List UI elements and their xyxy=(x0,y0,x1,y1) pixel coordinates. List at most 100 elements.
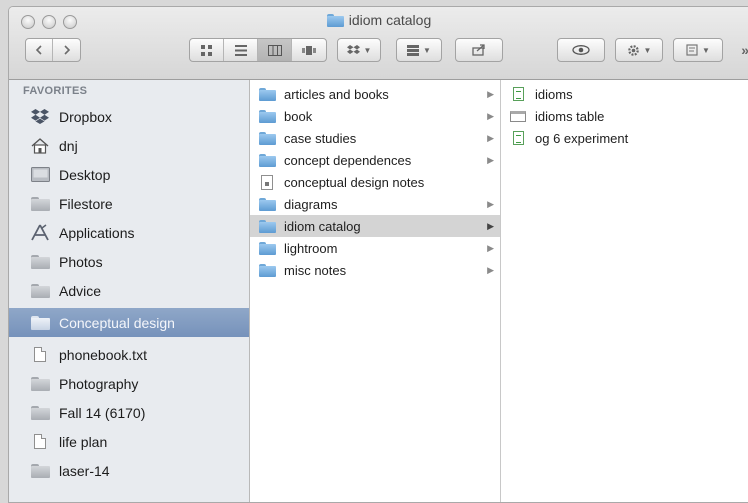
toolbar-overflow-button[interactable]: » xyxy=(741,42,748,58)
list-item[interactable]: case studies ▶ xyxy=(250,127,500,149)
sidebar-item-fall-14[interactable]: Fall 14 (6170) xyxy=(15,398,249,427)
item-label: conceptual design notes xyxy=(284,174,425,190)
list-item[interactable]: concept dependences ▶ xyxy=(250,149,500,171)
chevron-down-icon: ▼ xyxy=(423,45,431,55)
list-item[interactable]: diagrams ▶ xyxy=(250,193,500,215)
sidebar-item-label: Dropbox xyxy=(59,108,112,125)
list-item[interactable]: articles and books ▶ xyxy=(250,83,500,105)
disclosure-arrow-icon: ▶ xyxy=(487,220,494,231)
chevron-down-icon: ▼ xyxy=(363,45,372,55)
folder-icon xyxy=(258,87,276,101)
disclosure-arrow-icon: ▶ xyxy=(487,264,494,275)
sidebar-item-label: Photos xyxy=(59,253,103,270)
folder-icon xyxy=(29,405,51,420)
sidebar-item-laser-14[interactable]: laser-14 xyxy=(15,456,249,485)
sidebar-item-label: Fall 14 (6170) xyxy=(59,404,146,421)
disclosure-arrow-icon: ▶ xyxy=(487,132,494,143)
dropbox-menu-button[interactable]: ▼ xyxy=(337,38,381,62)
label-tag-icon xyxy=(686,44,698,56)
list-view-icon xyxy=(234,44,247,56)
folder-icon xyxy=(258,263,276,277)
sidebar-item-label: dnj xyxy=(59,137,78,154)
document-icon xyxy=(29,347,51,362)
forward-arrow-icon xyxy=(63,45,70,55)
sidebar-item-dnj[interactable]: dnj xyxy=(15,131,249,160)
column-view-icon xyxy=(267,44,282,56)
sidebar-item-label: Desktop xyxy=(59,166,111,183)
list-item[interactable]: og 6 experiment xyxy=(501,127,748,149)
forward-button[interactable] xyxy=(53,39,80,61)
title-bar: idiom catalog ▼ ▼ ▼ ▼ xyxy=(9,7,748,80)
sidebar-item-photography[interactable]: Photography xyxy=(15,369,249,398)
list-item[interactable]: conceptual design notes xyxy=(250,171,500,193)
eye-icon xyxy=(572,45,590,55)
finder-window: idiom catalog ▼ ▼ ▼ ▼ FAVORITES Dropbox … xyxy=(8,6,748,503)
column-view-button[interactable] xyxy=(258,39,292,61)
quick-look-button[interactable] xyxy=(557,38,605,62)
share-button[interactable] xyxy=(455,38,503,62)
sidebar-item-label: Filestore xyxy=(59,195,113,212)
folder-icon xyxy=(29,463,51,478)
disclosure-arrow-icon: ▶ xyxy=(487,88,494,99)
label-menu-button[interactable]: ▼ xyxy=(673,38,723,62)
item-label: idiom catalog xyxy=(284,218,361,234)
list-item[interactable]: lightroom ▶ xyxy=(250,237,500,259)
back-forward-control xyxy=(25,38,81,62)
arrange-menu-button[interactable]: ▼ xyxy=(396,38,442,62)
list-item[interactable]: book ▶ xyxy=(250,105,500,127)
sidebar-item-label: Applications xyxy=(59,224,135,241)
sidebar-item-life-plan[interactable]: life plan xyxy=(15,427,249,456)
list-item[interactable]: idioms xyxy=(501,83,748,105)
view-mode-control xyxy=(189,38,327,62)
item-label: articles and books xyxy=(284,86,389,102)
share-icon xyxy=(472,44,485,56)
sidebar-item-label: Conceptual design xyxy=(59,314,175,331)
spreadsheet-icon xyxy=(509,131,527,145)
dropbox-icon xyxy=(29,109,51,124)
item-label: case studies xyxy=(284,130,357,146)
document-icon xyxy=(29,434,51,449)
back-button[interactable] xyxy=(26,39,53,61)
folder-icon xyxy=(258,197,276,211)
icon-view-icon xyxy=(201,44,212,56)
cover-flow-button[interactable] xyxy=(292,39,326,61)
sidebar-item-phonebook[interactable]: phonebook.txt xyxy=(15,340,249,369)
sidebar-item-dropbox[interactable]: Dropbox xyxy=(15,102,249,131)
folder-icon xyxy=(29,254,51,269)
action-menu-button[interactable]: ▼ xyxy=(615,38,663,62)
gear-icon xyxy=(627,44,639,56)
browser-column-2: idioms idioms table og 6 experiment xyxy=(501,80,748,502)
sidebar-item-filestore[interactable]: Filestore xyxy=(15,189,249,218)
folder-icon xyxy=(29,196,51,211)
list-view-button[interactable] xyxy=(224,39,258,61)
back-arrow-icon xyxy=(35,45,42,55)
folder-icon xyxy=(258,109,276,123)
item-label: idioms xyxy=(535,86,573,102)
folder-icon xyxy=(258,241,276,255)
sidebar-item-label: Photography xyxy=(59,375,139,392)
chevron-down-icon: ▼ xyxy=(702,45,710,55)
list-item[interactable]: idioms table xyxy=(501,105,748,127)
sidebar-item-photos[interactable]: Photos xyxy=(15,247,249,276)
sidebar-item-label: phonebook.txt xyxy=(59,346,147,363)
arrange-icon xyxy=(407,44,420,56)
list-item[interactable]: misc notes ▶ xyxy=(250,259,500,281)
chevron-down-icon: ▼ xyxy=(643,45,652,55)
list-item-selected[interactable]: idiom catalog ▶ xyxy=(250,215,500,237)
sidebar-favorites-header: FAVORITES xyxy=(23,85,88,97)
sidebar-item-applications[interactable]: Applications xyxy=(15,218,249,247)
desktop-icon xyxy=(29,167,51,182)
dropbox-toolbar-icon xyxy=(346,44,360,54)
folder-icon xyxy=(258,153,276,167)
window-title-text: idiom catalog xyxy=(348,12,432,28)
notes-document-icon xyxy=(258,174,276,190)
toolbar: ▼ ▼ ▼ ▼ » xyxy=(9,38,748,68)
home-icon xyxy=(29,137,51,154)
icon-view-button[interactable] xyxy=(190,39,224,61)
folder-icon xyxy=(29,376,51,391)
sidebar-item-desktop[interactable]: Desktop xyxy=(15,160,249,189)
sidebar-item-conceptual-design[interactable]: Conceptual design xyxy=(9,308,249,337)
sidebar-item-label: life plan xyxy=(59,433,108,450)
sidebar-item-label: laser-14 xyxy=(59,462,110,479)
sidebar-item-advice[interactable]: Advice xyxy=(15,276,249,305)
